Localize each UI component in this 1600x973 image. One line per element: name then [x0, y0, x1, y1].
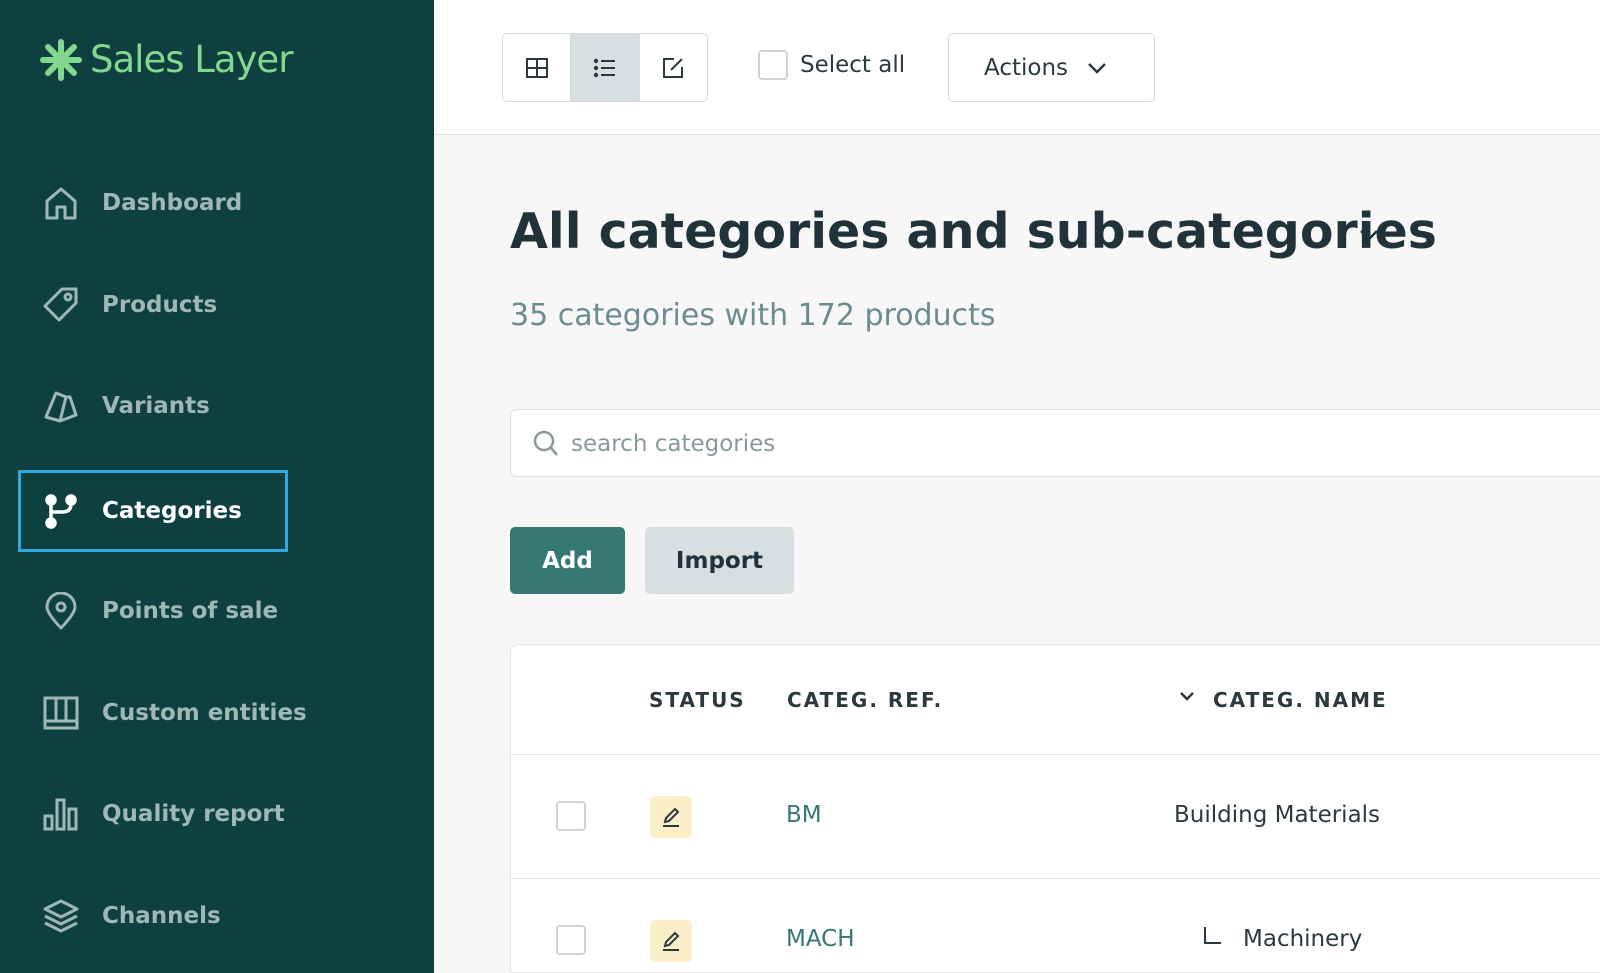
- status-badge[interactable]: [650, 920, 692, 962]
- top-toolbar: Select all Actions: [434, 0, 1600, 135]
- column-header-status[interactable]: STATUS: [649, 688, 746, 712]
- asterisk-logo-icon: [40, 38, 82, 81]
- branch-icon: [42, 492, 80, 530]
- select-all-label: Select all: [800, 52, 906, 78]
- category-name[interactable]: Building Materials: [1174, 802, 1380, 828]
- search-input[interactable]: [571, 425, 1471, 463]
- map-pin-icon: [42, 592, 80, 630]
- table-row[interactable]: MACH Machinery: [511, 879, 1600, 972]
- home-icon: [42, 184, 80, 222]
- row-checkbox[interactable]: [556, 801, 586, 831]
- grid-view-button[interactable]: [503, 34, 572, 101]
- table-row[interactable]: BM Building Materials: [511, 755, 1600, 879]
- sidebar-item-products[interactable]: Products: [18, 264, 288, 346]
- actions-dropdown[interactable]: Actions: [948, 33, 1155, 102]
- table-header: STATUS CATEG. REF. CATEG. NAME: [511, 645, 1600, 755]
- sidebar-item-label: Products: [102, 292, 218, 318]
- actions-label: Actions: [984, 54, 1069, 81]
- search-icon: [533, 430, 558, 456]
- edit-icon: [663, 931, 680, 951]
- list-view-button[interactable]: [571, 34, 640, 101]
- sidebar-item-label: Variants: [102, 393, 210, 419]
- sidebar-item-label: Quality report: [102, 801, 285, 827]
- sidebar-item-label: Dashboard: [102, 190, 243, 216]
- bar-chart-icon: [42, 795, 80, 833]
- edit-view-icon: [663, 57, 684, 78]
- sidebar-item-label: Categories: [102, 498, 242, 524]
- column-header-ref[interactable]: CATEG. REF.: [787, 688, 943, 712]
- sidebar-item-quality-report[interactable]: Quality report: [18, 773, 288, 855]
- import-button[interactable]: Import: [645, 527, 794, 594]
- sidebar-item-label: Custom entities: [102, 700, 307, 726]
- sidebar-item-points-of-sale[interactable]: Points of sale: [18, 570, 288, 652]
- sidebar-item-custom-entities[interactable]: Custom entities: [18, 672, 307, 754]
- category-summary: 35 categories with 172 products: [510, 298, 996, 333]
- sidebar-item-dashboard[interactable]: Dashboard: [18, 162, 288, 244]
- select-all[interactable]: Select all: [758, 50, 905, 80]
- search-box: [510, 409, 1600, 477]
- sidebar-item-variants[interactable]: Variants: [18, 365, 288, 447]
- edit-icon: [663, 807, 680, 827]
- custom-entities-icon: [42, 694, 80, 732]
- variants-icon: [42, 387, 80, 425]
- list-view-icon: [593, 58, 615, 77]
- subcategory-indent-icon: [1204, 927, 1221, 944]
- row-checkbox[interactable]: [556, 925, 586, 955]
- category-ref[interactable]: MACH: [786, 926, 855, 952]
- category-name[interactable]: Machinery: [1243, 926, 1362, 952]
- add-button[interactable]: Add: [510, 527, 625, 594]
- tag-icon: [42, 286, 80, 324]
- category-ref[interactable]: BM: [786, 802, 822, 828]
- sidebar-item-label: Channels: [102, 903, 221, 929]
- sort-descending-icon[interactable]: [1178, 690, 1196, 704]
- categories-table: STATUS CATEG. REF. CATEG. NAME BM Buildi…: [510, 644, 1600, 973]
- sidebar-item-categories[interactable]: Categories: [18, 470, 288, 552]
- logo-text: Sales Layer: [90, 38, 293, 81]
- sidebar-item-label: Points of sale: [102, 598, 279, 624]
- column-header-name[interactable]: CATEG. NAME: [1213, 688, 1388, 712]
- edit-view-button[interactable]: [640, 34, 707, 101]
- view-mode-toggle: [502, 33, 708, 102]
- sidebar-item-channels[interactable]: Channels: [18, 875, 288, 957]
- page-title: All categories and sub-categories: [510, 203, 1437, 260]
- grid-view-icon: [525, 57, 548, 78]
- chevron-down-icon[interactable]: [1358, 228, 1380, 242]
- app-logo[interactable]: Sales Layer: [40, 38, 293, 81]
- sidebar: Sales Layer Dashboard Products Variants …: [0, 0, 434, 973]
- status-badge[interactable]: [650, 796, 692, 838]
- chevron-down-icon: [1088, 62, 1106, 74]
- select-all-checkbox[interactable]: [758, 50, 788, 80]
- layers-icon: [42, 897, 80, 935]
